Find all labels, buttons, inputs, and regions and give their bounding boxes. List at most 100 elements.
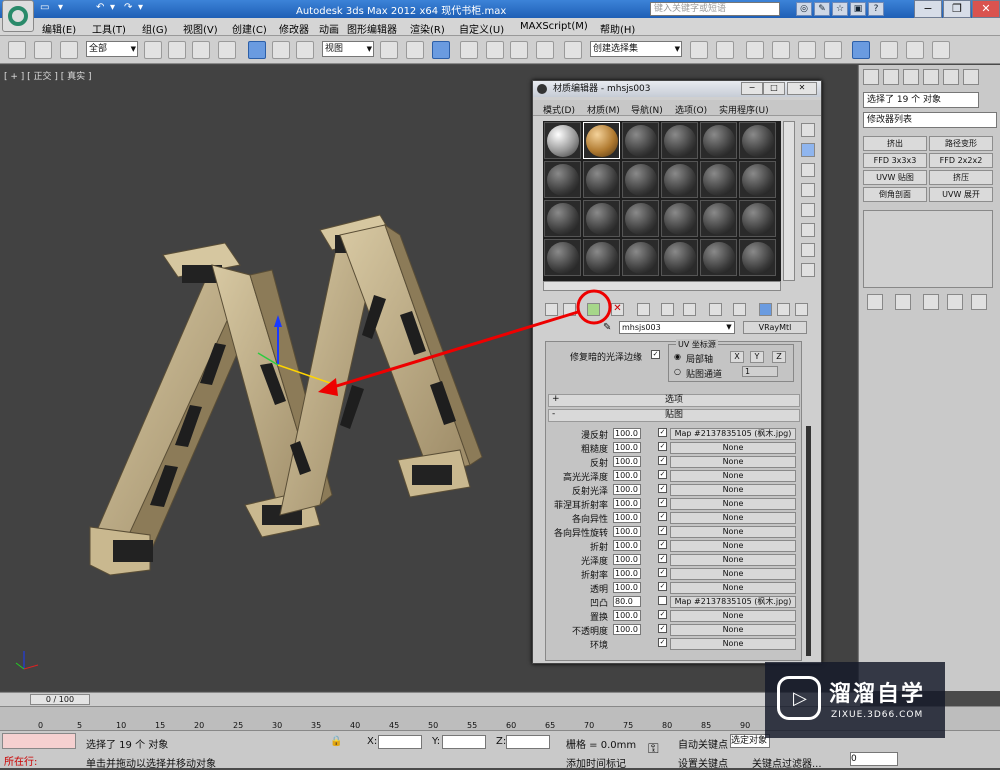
snaps-toggle-icon[interactable] bbox=[460, 41, 478, 59]
eyedropper-icon[interactable]: ✎ bbox=[603, 322, 611, 333]
modify-tab-icon[interactable] bbox=[883, 69, 899, 85]
map-amount-spinner[interactable]: 100.0 bbox=[613, 540, 641, 551]
utilities-tab-icon[interactable] bbox=[963, 69, 979, 85]
map-amount-spinner[interactable]: 100.0 bbox=[613, 554, 641, 565]
rendered-frame-icon[interactable] bbox=[906, 41, 924, 59]
maxscript-listener[interactable] bbox=[2, 733, 76, 749]
material-sample-slot[interactable] bbox=[544, 122, 581, 159]
display-tab-icon[interactable] bbox=[943, 69, 959, 85]
show-map-in-viewport-icon[interactable] bbox=[733, 303, 746, 316]
select-by-material-icon[interactable] bbox=[801, 263, 815, 277]
options-expand-icon[interactable]: + bbox=[552, 394, 560, 404]
copy-material-icon[interactable] bbox=[637, 303, 650, 316]
show-end-result-material-icon[interactable] bbox=[759, 303, 772, 316]
rect-selection-icon[interactable] bbox=[192, 41, 210, 59]
material-sample-slot[interactable] bbox=[544, 239, 581, 276]
modifier-unwrap-uvw-button[interactable]: UVW 展开 bbox=[929, 187, 993, 202]
mirror-icon[interactable] bbox=[690, 41, 708, 59]
map-enable-checkbox[interactable]: ✓ bbox=[658, 540, 667, 549]
menu-create[interactable]: 创建(C) bbox=[232, 21, 267, 36]
remove-modifier-icon[interactable] bbox=[947, 294, 963, 310]
map-enable-checkbox[interactable]: ✓ bbox=[658, 582, 667, 591]
manipulate-icon[interactable] bbox=[406, 41, 424, 59]
editor-menu-options[interactable]: 选项(O) bbox=[675, 103, 707, 116]
map-slot-button[interactable]: None bbox=[670, 456, 796, 468]
material-sample-slot[interactable] bbox=[622, 239, 659, 276]
rollout-scrollbar[interactable] bbox=[806, 426, 811, 656]
align-icon[interactable] bbox=[716, 41, 734, 59]
map-enable-checkbox[interactable]: ✓ bbox=[658, 470, 667, 479]
search-input[interactable]: 键入关键字或短语 bbox=[650, 2, 780, 16]
map-slot-button[interactable]: None bbox=[670, 470, 796, 482]
map-slot-button[interactable]: None bbox=[670, 484, 796, 496]
material-sample-slot[interactable] bbox=[622, 122, 659, 159]
y-coord-field[interactable] bbox=[442, 735, 486, 749]
get-material-icon[interactable] bbox=[545, 303, 558, 316]
material-name-field[interactable]: mhsjs003 bbox=[619, 321, 735, 334]
map-channel-radio[interactable]: ○ bbox=[674, 367, 681, 376]
editor-close-button[interactable]: ✕ bbox=[787, 82, 817, 95]
material-sample-slot[interactable] bbox=[544, 200, 581, 237]
map-amount-spinner[interactable]: 100.0 bbox=[613, 442, 641, 453]
menu-customize[interactable]: 自定义(U) bbox=[459, 21, 504, 36]
material-sample-slot[interactable] bbox=[583, 122, 620, 159]
menu-graph-editors[interactable]: 图形编辑器 bbox=[347, 21, 397, 36]
modifier-uvw-map-button[interactable]: UVW 贴图 bbox=[863, 170, 927, 185]
map-slot-button[interactable]: None bbox=[670, 540, 796, 552]
undo-dropdown-icon[interactable]: ▾ bbox=[110, 2, 115, 13]
menu-modifiers[interactable]: 修改器 bbox=[279, 21, 309, 36]
material-sample-slot[interactable] bbox=[661, 200, 698, 237]
editor-options-icon[interactable] bbox=[801, 243, 815, 257]
render-production-icon[interactable] bbox=[932, 41, 950, 59]
lock-icon[interactable]: 🔒 bbox=[330, 736, 342, 747]
material-sample-slot[interactable] bbox=[583, 239, 620, 276]
motion-tab-icon[interactable] bbox=[923, 69, 939, 85]
material-sample-slot[interactable] bbox=[622, 200, 659, 237]
map-slot-button[interactable]: Map #2137835105 (枫木.jpg) bbox=[670, 596, 796, 608]
bookmark-icon[interactable]: ▣ bbox=[850, 2, 866, 16]
percent-snap-icon[interactable] bbox=[510, 41, 528, 59]
close-button[interactable]: ✕ bbox=[972, 0, 1000, 18]
map-amount-spinner[interactable]: 100.0 bbox=[613, 582, 641, 593]
material-sample-slot[interactable] bbox=[700, 200, 737, 237]
wrench-icon[interactable]: ✎ bbox=[814, 2, 830, 16]
map-enable-checkbox[interactable] bbox=[658, 596, 667, 605]
minimize-button[interactable]: − bbox=[914, 0, 942, 18]
menu-rendering[interactable]: 渲染(R) bbox=[410, 21, 445, 36]
material-id-channel-icon[interactable] bbox=[709, 303, 722, 316]
video-color-check-icon[interactable] bbox=[801, 203, 815, 217]
modifier-ffd333-button[interactable]: FFD 3x3x3 bbox=[863, 153, 927, 168]
select-rotate-icon[interactable] bbox=[272, 41, 290, 59]
menu-group[interactable]: 组(G) bbox=[142, 21, 168, 36]
edit-named-selection-icon[interactable] bbox=[564, 41, 582, 59]
map-amount-spinner[interactable]: 100.0 bbox=[613, 610, 641, 621]
map-slot-button[interactable]: None bbox=[670, 568, 796, 580]
bind-spacewarp-icon[interactable] bbox=[60, 41, 78, 59]
graphite-icon[interactable] bbox=[772, 41, 790, 59]
material-sample-slot[interactable] bbox=[661, 161, 698, 198]
reset-map-icon[interactable]: ✕ bbox=[611, 303, 624, 316]
menu-animation[interactable]: 动画 bbox=[319, 21, 339, 36]
map-slot-button[interactable]: None bbox=[670, 638, 796, 650]
put-material-icon[interactable] bbox=[563, 303, 576, 316]
map-amount-spinner[interactable]: 100.0 bbox=[613, 456, 641, 467]
map-amount-spinner[interactable]: 100.0 bbox=[613, 498, 641, 509]
map-enable-checkbox[interactable]: ✓ bbox=[658, 554, 667, 563]
map-amount-spinner[interactable]: 100.0 bbox=[613, 526, 641, 537]
local-axis-radio[interactable]: ◉ bbox=[674, 352, 681, 361]
map-slot-button[interactable]: None bbox=[670, 624, 796, 636]
material-type-button[interactable]: VRayMtl bbox=[743, 321, 807, 334]
maps-rollout-header[interactable]: 贴图 bbox=[548, 409, 800, 422]
map-enable-checkbox[interactable]: ✓ bbox=[658, 568, 667, 577]
modifier-bevel-profile-button[interactable]: 倒角剖面 bbox=[863, 187, 927, 202]
hierarchy-tab-icon[interactable] bbox=[903, 69, 919, 85]
material-sample-slot[interactable] bbox=[739, 200, 776, 237]
modifier-extrude-button[interactable]: 挤出 bbox=[863, 136, 927, 151]
map-slot-button[interactable]: None bbox=[670, 526, 796, 538]
current-frame-field[interactable]: 0 bbox=[850, 752, 898, 766]
make-preview-icon[interactable] bbox=[801, 223, 815, 237]
editor-minimize-button[interactable]: − bbox=[741, 82, 763, 95]
select-scale-icon[interactable] bbox=[296, 41, 314, 59]
material-sample-slot[interactable] bbox=[661, 239, 698, 276]
fix-dark-edges-checkbox[interactable]: ✓ bbox=[651, 350, 660, 359]
